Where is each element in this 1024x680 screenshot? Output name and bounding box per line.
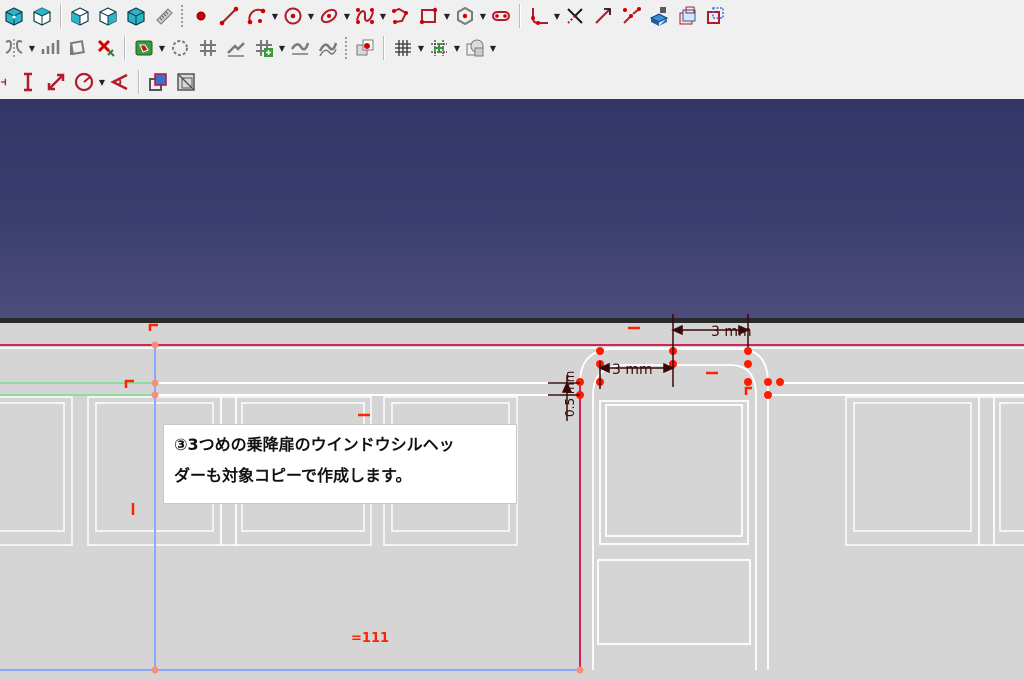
sketch-split-icon[interactable] xyxy=(617,2,645,30)
toggle-driving-icon[interactable] xyxy=(144,68,172,96)
sketch-extend-icon[interactable] xyxy=(589,2,617,30)
sketch-construction-mode-icon[interactable] xyxy=(701,2,729,30)
chevron-down-icon[interactable]: ▼ xyxy=(453,34,461,62)
sketch-polyline-icon[interactable] xyxy=(387,2,415,30)
toolbar-grip xyxy=(180,4,184,28)
chevron-down-icon[interactable]: ▼ xyxy=(379,2,387,30)
view-top-icon[interactable] xyxy=(94,2,122,30)
constrain-equal-icon[interactable] xyxy=(286,34,314,62)
toolbar-separator xyxy=(519,4,521,28)
sketch-trim-icon[interactable] xyxy=(561,2,589,30)
sketch-conic-icon[interactable] xyxy=(315,2,343,30)
dimension-top-width[interactable]: 3 mm xyxy=(711,324,752,340)
sketch-rectangle-icon[interactable] xyxy=(415,2,443,30)
toolbar-grip xyxy=(344,36,348,60)
view-isometric-icon[interactable] xyxy=(28,2,56,30)
3d-viewport[interactable]: 3 mm 3 mm 0.5 mm =111 ③3つめの乗降扉のウインドウシルヘッ… xyxy=(0,99,1024,680)
constrain-lock-icon[interactable] xyxy=(222,34,250,62)
constrain-distance-icon[interactable] xyxy=(42,68,70,96)
toolbar-separator xyxy=(383,36,385,60)
chevron-down-icon[interactable]: ▼ xyxy=(443,2,451,30)
sketch-validate-icon[interactable] xyxy=(351,34,379,62)
sketch-bspline-tools-icon[interactable] xyxy=(314,34,342,62)
toolbar-separator xyxy=(138,70,140,94)
toolbar-row-3: ▼ xyxy=(0,66,200,98)
sketch-fillet-icon[interactable] xyxy=(525,2,553,30)
sketch-render-order-icon[interactable] xyxy=(461,34,489,62)
toolbar-row-2: ▼ ▼ ▼ ▼ ▼ ▼ xyxy=(0,32,497,64)
sketch-grid-icon[interactable] xyxy=(389,34,417,62)
sketch-line-icon[interactable] xyxy=(215,2,243,30)
sketch-snap-icon[interactable] xyxy=(425,34,453,62)
annotation-callout: ③3つめの乗降扉のウインドウシルヘッ ダーも対象コピーで作成します。 xyxy=(163,424,517,504)
toggle-active-icon[interactable] xyxy=(172,68,200,96)
sketch-canvas[interactable]: 3 mm 3 mm 0.5 mm =111 xyxy=(0,99,1024,680)
toolbar-separator xyxy=(124,36,126,60)
toolbar-area: ▼ ▼ ▼ ▼ ▼ ▼ ▼ ▼ ▼ ▼ ▼ ▼ ▼ ▼ xyxy=(0,0,1024,99)
sketch-polygon-icon[interactable] xyxy=(451,2,479,30)
sketch-carbon-copy-icon[interactable] xyxy=(673,2,701,30)
view-right-icon[interactable] xyxy=(122,2,150,30)
chevron-down-icon[interactable]: ▼ xyxy=(278,34,286,62)
sketch-symmetry-icon[interactable] xyxy=(0,34,28,62)
constrain-tangent-icon[interactable] xyxy=(250,34,278,62)
constrain-coincident-icon[interactable] xyxy=(194,34,222,62)
chevron-down-icon[interactable]: ▼ xyxy=(489,34,497,62)
toolbar-row-1: ▼ ▼ ▼ ▼ ▼ ▼ ▼ xyxy=(0,0,729,32)
sketch-point-icon[interactable] xyxy=(187,2,215,30)
sketch-arc-icon[interactable] xyxy=(243,2,271,30)
annotation-line-1: ③3つめの乗降扉のウインドウシルヘッ xyxy=(174,435,455,454)
sketch-bspline-icon[interactable] xyxy=(351,2,379,30)
chevron-down-icon[interactable]: ▼ xyxy=(307,2,315,30)
sketch-select-icon[interactable] xyxy=(130,34,158,62)
body-top-edge xyxy=(0,318,1024,323)
view-front-icon[interactable] xyxy=(66,2,94,30)
sketch-delete-constraints-icon[interactable] xyxy=(92,34,120,62)
chevron-down-icon[interactable]: ▼ xyxy=(417,34,425,62)
constrain-vertical-distance-icon[interactable] xyxy=(14,68,42,96)
chevron-down-icon[interactable]: ▼ xyxy=(28,34,36,62)
sketch-array-icon[interactable] xyxy=(36,34,64,62)
sketch-circle-icon[interactable] xyxy=(279,2,307,30)
chevron-down-icon[interactable]: ▼ xyxy=(158,34,166,62)
chevron-down-icon[interactable]: ▼ xyxy=(479,2,487,30)
constrain-horizontal-distance-icon[interactable] xyxy=(0,68,14,96)
constrain-angle-icon[interactable] xyxy=(106,68,134,96)
view-fit-all-icon[interactable] xyxy=(0,2,28,30)
chevron-down-icon[interactable]: ▼ xyxy=(271,2,279,30)
chevron-down-icon[interactable]: ▼ xyxy=(343,2,351,30)
chevron-down-icon[interactable]: ▼ xyxy=(553,2,561,30)
chevron-down-icon[interactable]: ▼ xyxy=(98,68,106,96)
sketch-show-hide-icon[interactable] xyxy=(166,34,194,62)
sketch-slot-icon[interactable] xyxy=(487,2,515,30)
dimension-inner-width[interactable]: 3 mm xyxy=(612,362,653,378)
equal-constraint-label: =111 xyxy=(351,631,389,646)
annotation-line-2: ダーも対象コピーで作成します。 xyxy=(174,466,412,485)
constrain-radius-icon[interactable] xyxy=(70,68,98,96)
toolbar-separator xyxy=(60,4,62,28)
dimension-vertical[interactable]: 0.5 mm xyxy=(563,371,577,417)
measure-icon[interactable] xyxy=(150,2,178,30)
sketch-external-geometry-icon[interactable] xyxy=(645,2,673,30)
sketch-clone-icon[interactable] xyxy=(64,34,92,62)
